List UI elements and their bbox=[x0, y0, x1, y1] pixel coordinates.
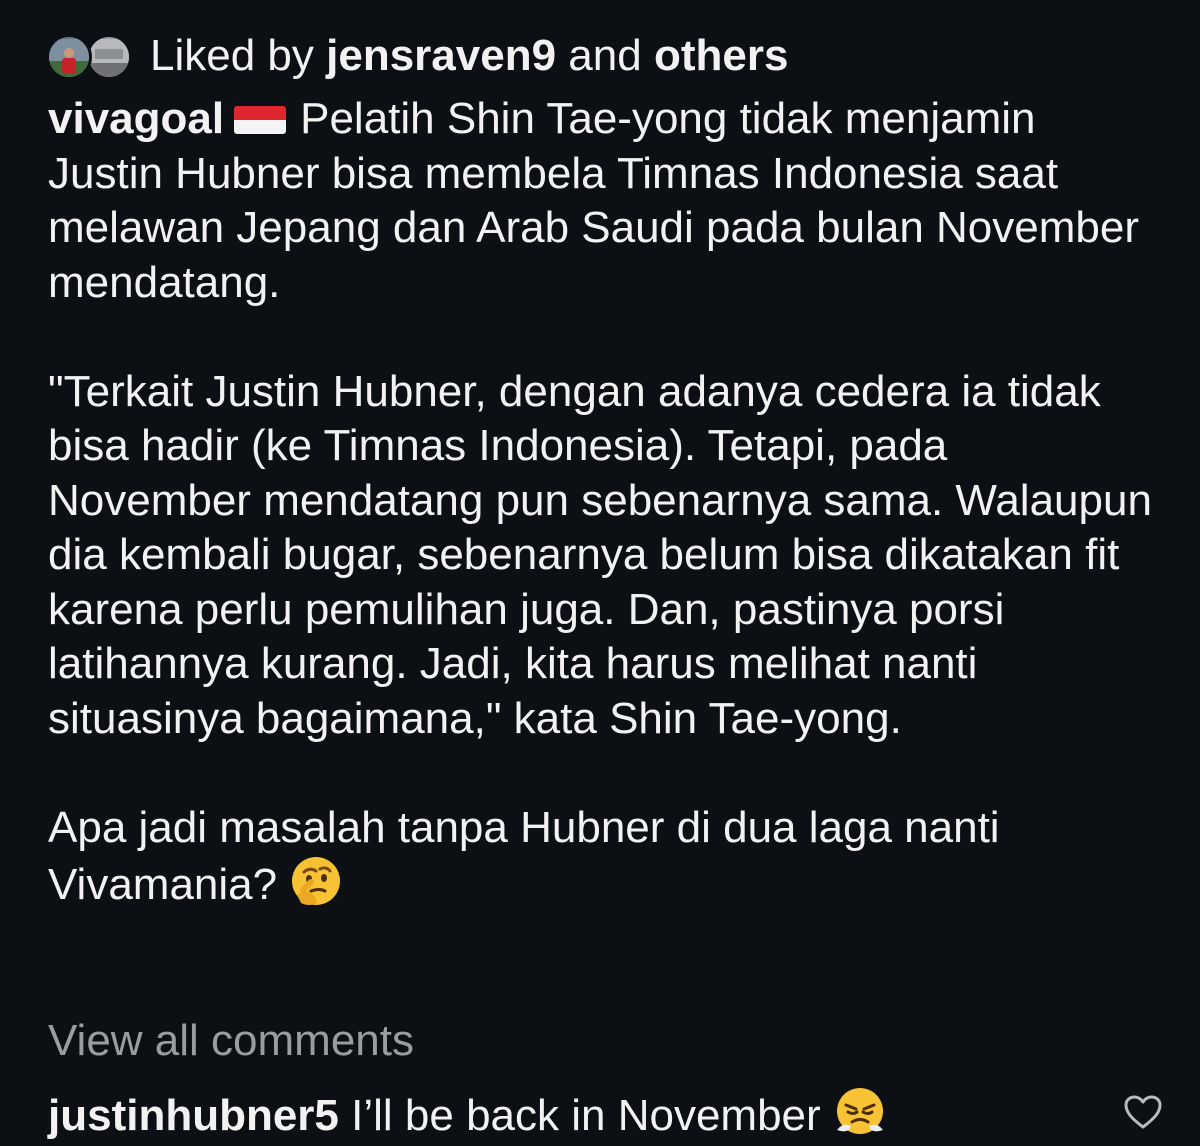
caption-first-paragraph: vivagoal Pelatih Shin Tae-yong tidak menj… bbox=[48, 92, 1158, 310]
avatar-photo-stadium bbox=[89, 39, 129, 77]
comment-text: I’ll be back in November bbox=[351, 1091, 821, 1140]
caption-question-paragraph: Apa jadi masalah tanpa Hubner di dua lag… bbox=[48, 801, 1158, 913]
like-comment-heart-icon[interactable] bbox=[1122, 1092, 1164, 1134]
likers-others-link[interactable]: others bbox=[654, 28, 788, 84]
post-caption: vivagoal Pelatih Shin Tae-yong tidak menj… bbox=[48, 92, 1158, 913]
comment-row: justinhubner5 I’ll be back in November bbox=[48, 1086, 887, 1143]
avatar[interactable] bbox=[46, 34, 92, 80]
indonesia-flag-icon bbox=[234, 106, 287, 134]
avatar[interactable] bbox=[86, 34, 132, 80]
caption-quote-paragraph: "Terkait Justin Hubner, dengan adanya ce… bbox=[48, 366, 1152, 743]
face-with-steam-icon bbox=[836, 1088, 883, 1134]
thinking-face-icon bbox=[292, 857, 341, 905]
view-all-comments-link[interactable]: View all comments bbox=[48, 1014, 414, 1068]
liker-avatars[interactable] bbox=[46, 31, 138, 81]
post-author-username[interactable]: vivagoal bbox=[48, 94, 224, 143]
avatar-photo-footballer bbox=[49, 39, 89, 77]
liked-by-prefix: Liked by bbox=[150, 31, 314, 80]
caption-question-text: Apa jadi masalah tanpa Hubner di dua lag… bbox=[48, 802, 1000, 910]
comment-author-username[interactable]: justinhubner5 bbox=[48, 1091, 339, 1140]
liked-by-connector: and bbox=[568, 31, 642, 80]
liked-by-row: Liked by jensraven9 and others bbox=[46, 28, 788, 84]
liker-username-link[interactable]: jensraven9 bbox=[326, 28, 556, 84]
